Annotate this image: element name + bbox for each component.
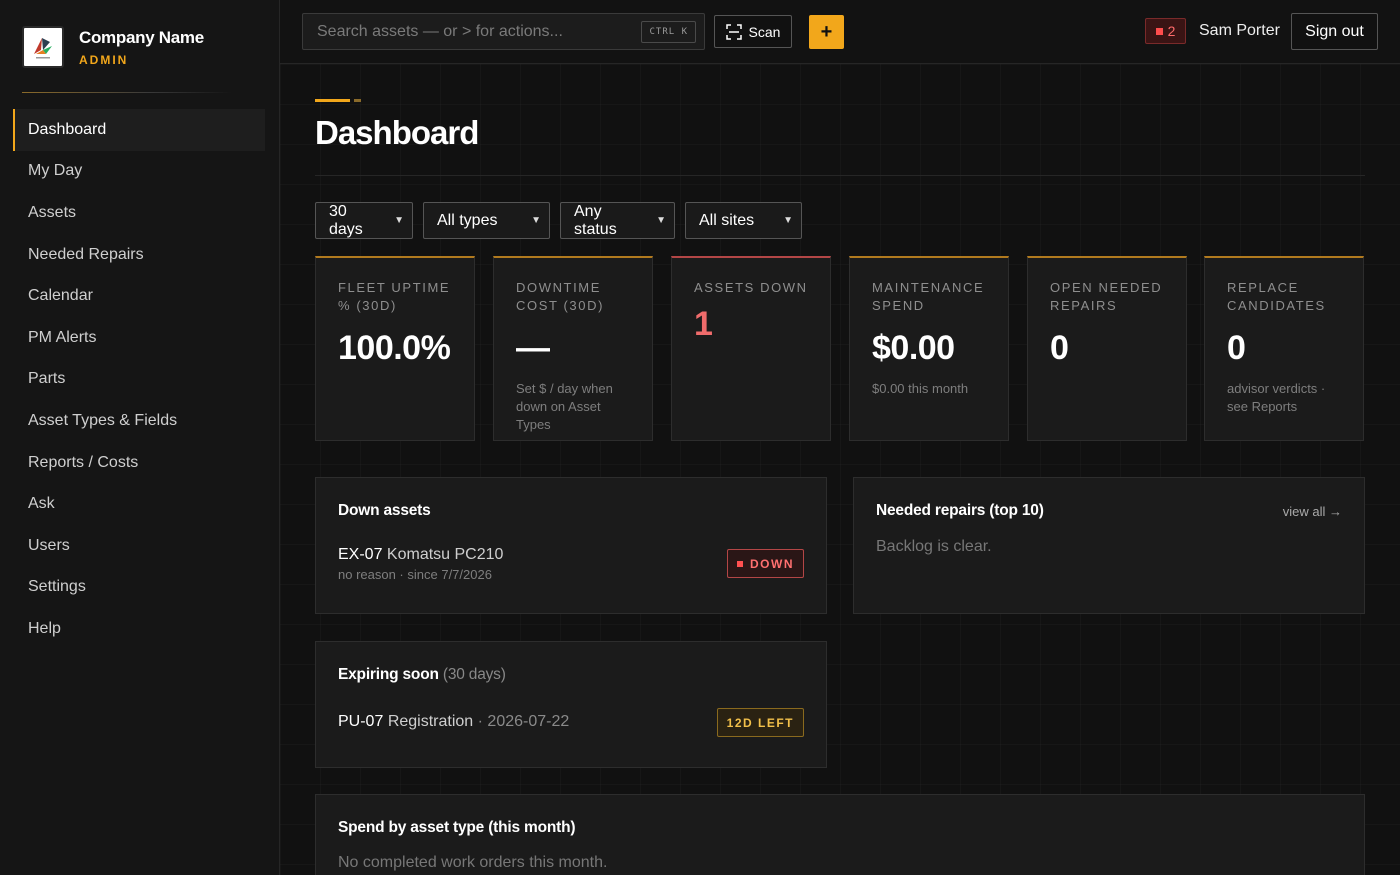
site-filter[interactable]: All sites ▼ <box>685 202 802 239</box>
view-all-link[interactable]: view all → <box>1283 504 1342 519</box>
sidebar: Company Name ADMIN Dashboard My Day Asse… <box>0 0 280 875</box>
sidebar-item-asset-types[interactable]: Asset Types & Fields <box>13 400 265 442</box>
chevron-down-icon: ▼ <box>783 215 793 226</box>
expiring-row[interactable]: PU-07 Registration · 2026-07-22 <box>338 713 569 731</box>
empty-state: Backlog is clear. <box>876 538 992 555</box>
kpi-card-replace-candidates[interactable]: Replace candidates 0 advisor verdicts · … <box>1204 256 1364 441</box>
sidebar-item-settings[interactable]: Settings <box>13 567 265 609</box>
kpi-label: Replace candidates <box>1227 280 1326 313</box>
scan-label: Scan <box>748 23 781 40</box>
kpi-label: Fleet uptime % (30d) <box>338 280 451 313</box>
panel-title: Needed repairs (top 10) <box>876 502 1044 519</box>
kpi-value: $0.00 <box>872 329 955 367</box>
sidebar-nav: Dashboard My Day Assets Needed Repairs C… <box>13 109 265 650</box>
search-box[interactable]: CTRL K <box>302 13 705 50</box>
expiring-date: · 2026-07-22 <box>477 713 570 730</box>
range-filter-value: 30 days <box>329 202 363 238</box>
brand-divider <box>22 92 232 93</box>
kpi-cards: Fleet uptime % (30d) 100.0% Downtime cos… <box>315 256 1365 441</box>
down-assets-panel: Down assets EX-07 Komatsu PC210 no reaso… <box>315 477 827 614</box>
kpi-subtext: $0.00 this month <box>872 381 969 396</box>
kpi-label: Maintenance spend <box>872 280 985 313</box>
expiring-soon-panel: Expiring soon (30 days) PU-07 Registrati… <box>315 641 827 768</box>
chevron-down-icon: ▼ <box>394 215 404 226</box>
brand[interactable]: Company Name ADMIN <box>22 26 204 68</box>
down-asset-row[interactable]: EX-07 Komatsu PC210 <box>338 546 503 564</box>
sidebar-item-my-day[interactable]: My Day <box>13 151 265 193</box>
kpi-card-open-repairs[interactable]: Open needed repairs 0 <box>1027 256 1187 441</box>
kpi-subtext: advisor verdicts · see Reports <box>1227 381 1326 414</box>
type-filter[interactable]: All types ▼ <box>423 202 550 239</box>
site-filter-value: All sites <box>699 211 755 229</box>
alerts-badge[interactable]: 2 <box>1145 18 1186 44</box>
asset-meta: no reason · since 7/7/2026 <box>338 567 492 582</box>
title-accent-dot <box>354 99 361 102</box>
kpi-value: 0 <box>1227 329 1246 367</box>
sidebar-item-reports[interactable]: Reports / Costs <box>13 442 265 484</box>
status-filter[interactable]: Any status ▼ <box>560 202 675 239</box>
sidebar-item-parts[interactable]: Parts <box>13 359 265 401</box>
needed-repairs-panel: Needed repairs (top 10) view all → Backl… <box>853 477 1365 614</box>
asset-id: EX-07 <box>338 546 383 563</box>
type-filter-value: All types <box>437 211 498 229</box>
scan-button[interactable]: Scan <box>714 15 792 48</box>
sidebar-item-assets[interactable]: Assets <box>13 192 265 234</box>
panel-title: Down assets <box>338 502 431 519</box>
sidebar-item-needed-repairs[interactable]: Needed Repairs <box>13 234 265 276</box>
days-left-badge: 12D LEFT <box>716 708 804 737</box>
kpi-label: Downtime cost (30d) <box>516 280 604 313</box>
panel-title-suffix: (30 days) <box>442 666 506 683</box>
sidebar-item-users[interactable]: Users <box>13 525 265 567</box>
top-bar: CTRL K Scan + 2 Sam Porter Sign out <box>280 0 1400 64</box>
spend-by-type-panel: Spend by asset type (this month) No comp… <box>315 794 1365 875</box>
search-shortcut-hint: CTRL K <box>641 21 696 43</box>
status-badge-label: DOWN <box>750 556 794 571</box>
kpi-card-downtime-cost[interactable]: Downtime cost (30d) — Set $ / day when d… <box>493 256 653 441</box>
sidebar-item-pm-alerts[interactable]: PM Alerts <box>13 317 265 359</box>
add-button[interactable]: + <box>809 15 844 49</box>
company-logo <box>22 26 64 68</box>
sign-out-button[interactable]: Sign out <box>1291 13 1378 50</box>
company-name: Company Name <box>79 27 204 47</box>
range-filter[interactable]: 30 days ▼ <box>315 202 413 239</box>
status-badge: DOWN <box>727 549 804 578</box>
status-dot-icon <box>737 560 743 567</box>
panel-title: Expiring soon (30 days) <box>338 666 506 684</box>
sidebar-item-calendar[interactable]: Calendar <box>13 275 265 317</box>
chevron-down-icon: ▼ <box>531 215 541 226</box>
kpi-card-fleet-uptime[interactable]: Fleet uptime % (30d) 100.0% <box>315 256 475 441</box>
alert-count: 2 <box>1167 23 1176 39</box>
chevron-down-icon: ▼ <box>656 215 666 226</box>
kpi-label: Assets down <box>694 280 808 295</box>
asset-model: Komatsu PC210 <box>386 546 504 563</box>
kpi-label: Open needed repairs <box>1050 280 1163 313</box>
kpi-value: 1 <box>694 305 713 343</box>
title-accent <box>315 99 350 102</box>
alert-icon <box>1155 27 1163 35</box>
sidebar-item-dashboard[interactable]: Dashboard <box>13 109 265 151</box>
search-input[interactable] <box>317 22 637 41</box>
empty-state: No completed work orders this month. <box>338 854 608 871</box>
asset-id: PU-07 <box>338 713 384 730</box>
page-title: Dashboard <box>315 114 479 151</box>
panel-title: Spend by asset type (this month) <box>338 819 576 836</box>
scan-icon <box>725 23 742 40</box>
user-name[interactable]: Sam Porter <box>1199 22 1280 40</box>
kpi-card-maintenance-spend[interactable]: Maintenance spend $0.00 $0.00 this month <box>849 256 1009 441</box>
kpi-value: 100.0% <box>338 329 451 367</box>
expiring-item: Registration <box>387 713 474 730</box>
kpi-value: — <box>516 329 550 367</box>
title-divider <box>315 175 1365 176</box>
sidebar-item-ask[interactable]: Ask <box>13 483 265 525</box>
status-filter-value: Any status <box>574 202 617 238</box>
kpi-subtext: Set $ / day when down on Asset Types <box>516 381 613 432</box>
kpi-card-assets-down[interactable]: Assets down 1 <box>671 256 831 441</box>
panel-title-text: Expiring soon <box>338 666 439 683</box>
kpi-value: 0 <box>1050 329 1069 367</box>
filter-bar: 30 days ▼ All types ▼ Any status ▼ All site… <box>315 202 812 239</box>
sidebar-item-help[interactable]: Help <box>13 608 265 650</box>
user-role: ADMIN <box>79 52 129 67</box>
